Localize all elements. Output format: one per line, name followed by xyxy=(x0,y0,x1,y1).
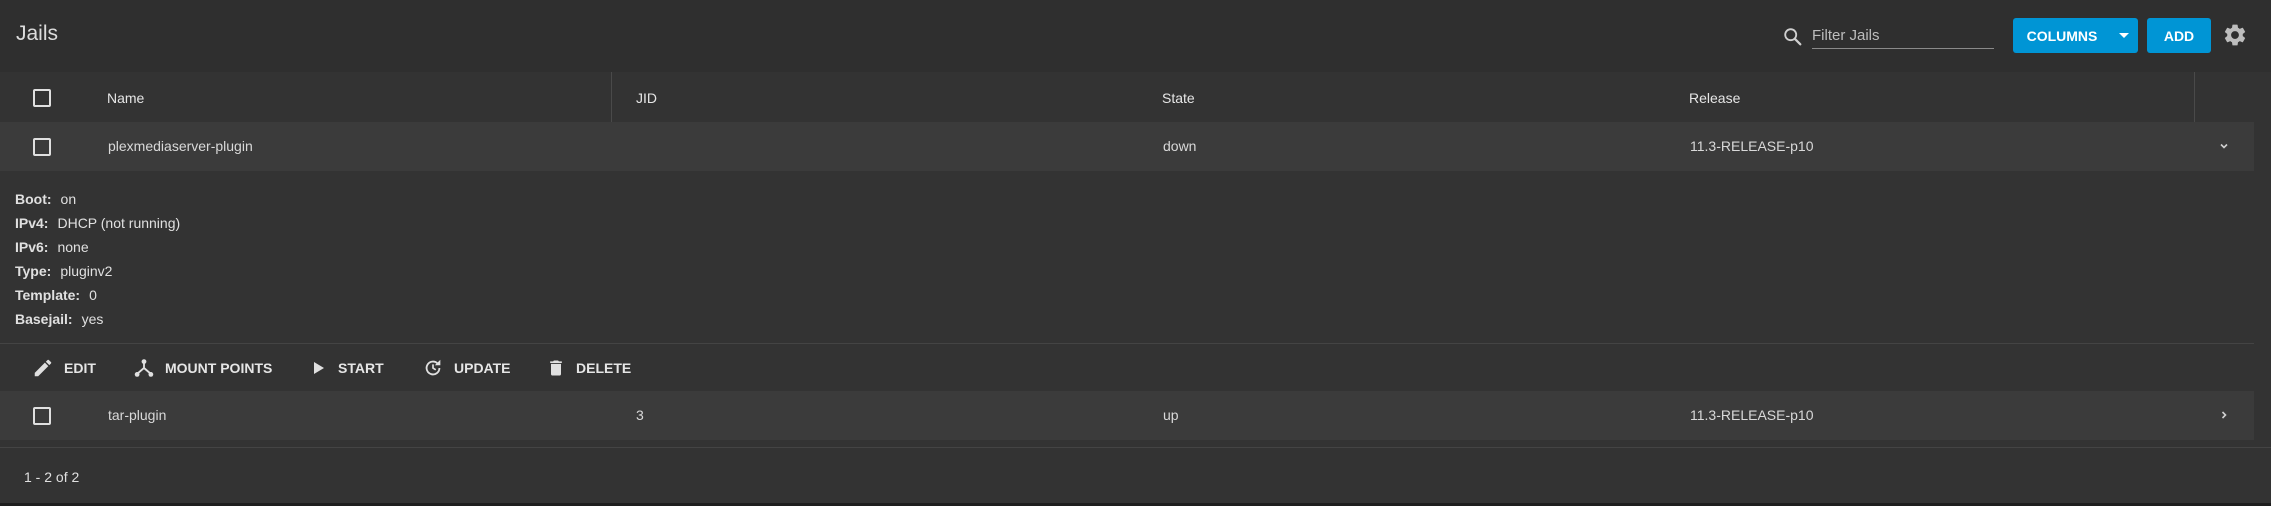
search-icon[interactable] xyxy=(1782,26,1804,48)
columns-button[interactable]: COLUMNS xyxy=(2013,18,2138,53)
toolbar: Jails COLUMNS ADD xyxy=(0,0,2271,72)
cell-release: 11.3-RELEASE-p10 xyxy=(1690,138,1814,154)
start-label: START xyxy=(338,360,384,376)
row-checkbox[interactable] xyxy=(33,407,51,425)
delete-button[interactable]: DELETE xyxy=(546,357,631,379)
column-header-jid[interactable]: JID xyxy=(636,90,657,106)
select-all-checkbox[interactable] xyxy=(33,89,51,107)
detail-basejail: Basejail: yes xyxy=(15,311,104,327)
detail-template: Template: 0 xyxy=(15,287,97,303)
cell-name: plexmediaserver-plugin xyxy=(108,138,253,154)
detail-ipv4: IPv4: DHCP (not running) xyxy=(15,215,181,231)
divider xyxy=(0,447,2271,448)
chevron-down-icon[interactable] xyxy=(2119,33,2129,38)
table-row[interactable]: tar-plugin 3 up 11.3-RELEASE-p10 xyxy=(0,391,2254,440)
column-header-release[interactable]: Release xyxy=(1689,90,1740,106)
jails-card: Jails COLUMNS ADD Name JID State Release… xyxy=(0,0,2271,503)
page-title: Jails xyxy=(16,22,59,45)
pagination-range: 1 - 2 of 2 xyxy=(24,469,80,485)
trash-icon xyxy=(550,360,562,376)
play-icon xyxy=(314,362,324,374)
update-label: UPDATE xyxy=(454,360,511,376)
column-divider xyxy=(2194,72,2195,122)
start-button[interactable]: START xyxy=(310,357,384,379)
row-checkbox[interactable] xyxy=(33,138,51,156)
filter-jails-input[interactable] xyxy=(1812,22,1994,49)
detail-type: Type: pluginv2 xyxy=(15,263,113,279)
cell-state: down xyxy=(1163,138,1197,154)
gear-icon[interactable] xyxy=(2222,22,2248,48)
chevron-down-icon[interactable] xyxy=(2218,140,2230,152)
cell-state: up xyxy=(1163,407,1179,423)
table-header: Name JID State Release xyxy=(0,72,2254,123)
edit-button[interactable]: EDIT xyxy=(32,357,96,379)
columns-button-label: COLUMNS xyxy=(2026,27,2098,44)
mount-points-label: MOUNT POINTS xyxy=(165,360,273,376)
cell-jid: 3 xyxy=(636,407,644,423)
row-actions: EDIT MOUNT POINTS START UPDATE DELETE xyxy=(0,344,2254,391)
edit-label: EDIT xyxy=(64,360,96,376)
update-button[interactable]: UPDATE xyxy=(422,357,511,379)
chevron-right-icon[interactable] xyxy=(2218,409,2230,421)
column-divider[interactable] xyxy=(611,72,612,122)
delete-label: DELETE xyxy=(576,360,632,376)
mount-points-button[interactable]: MOUNT POINTS xyxy=(133,357,272,379)
add-button[interactable]: ADD xyxy=(2147,18,2211,53)
update-icon xyxy=(425,359,441,376)
column-header-name[interactable]: Name xyxy=(107,90,144,106)
pencil-icon xyxy=(34,359,52,377)
detail-boot: Boot: on xyxy=(15,191,77,207)
cell-name: tar-plugin xyxy=(108,407,167,423)
cell-release: 11.3-RELEASE-p10 xyxy=(1690,407,1814,423)
table-row[interactable]: plexmediaserver-plugin down 11.3-RELEASE… xyxy=(0,122,2254,171)
column-header-state[interactable]: State xyxy=(1162,90,1195,106)
detail-ipv6: IPv6: none xyxy=(15,239,89,255)
row-details: Boot: on IPv4: DHCP (not running) IPv6: non… xyxy=(0,171,2254,344)
mount-points-icon xyxy=(134,359,154,377)
